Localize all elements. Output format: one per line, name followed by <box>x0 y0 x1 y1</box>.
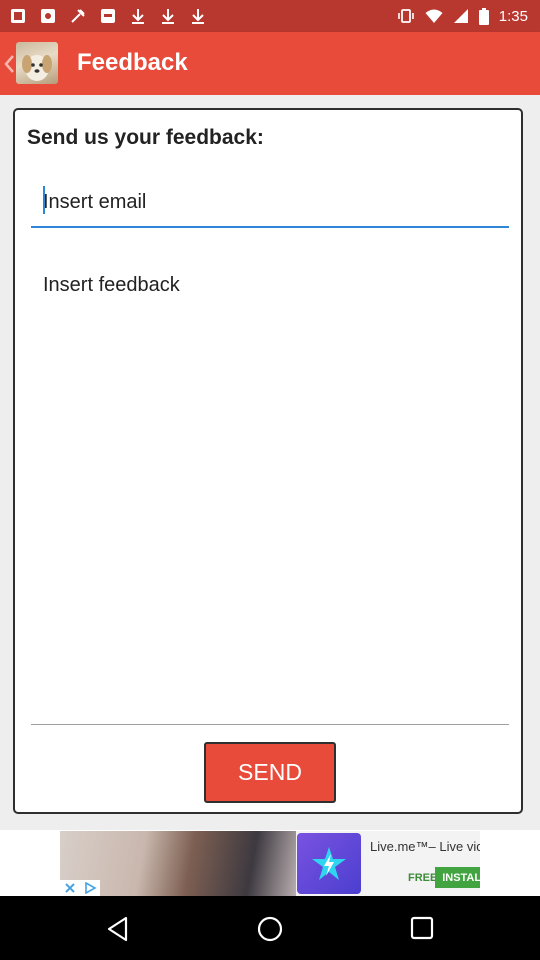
main-area: Send us your feedback: SEND <box>0 95 540 830</box>
download-icon <box>132 9 144 24</box>
ad-choices-icon[interactable] <box>83 882 97 894</box>
system-status: 1:35 <box>397 7 528 25</box>
puppy-icon <box>22 55 52 81</box>
ad-banner[interactable]: Live.me™– Live video s... FREE INSTALL <box>60 831 480 896</box>
wifi-icon <box>425 9 443 23</box>
back-triangle-icon[interactable] <box>105 916 131 942</box>
app-bar: Feedback <box>0 32 540 95</box>
home-circle-icon[interactable] <box>257 916 283 942</box>
recents-square-icon[interactable] <box>410 916 434 940</box>
ad-free-label: FREE <box>408 872 438 884</box>
chevron-left-icon[interactable] <box>4 54 14 74</box>
ad-title[interactable]: Live.me™– Live video s... <box>370 839 480 854</box>
battery-icon <box>478 7 489 25</box>
download-icon <box>162 9 174 24</box>
download-icon <box>192 9 204 24</box>
send-button[interactable]: SEND <box>204 742 336 803</box>
star-bolt-icon <box>312 846 346 880</box>
page-title: Feedback <box>77 49 188 76</box>
feedback-card: Send us your feedback: SEND <box>13 108 523 814</box>
notification-icons <box>10 8 206 24</box>
signal-icon <box>453 9 468 23</box>
ad-app-logo[interactable] <box>297 833 361 894</box>
vibrate-icon <box>397 9 414 23</box>
feedback-heading: Send us your feedback: <box>27 126 264 149</box>
ad-install-button[interactable]: INSTALL <box>435 867 480 888</box>
ad-controls <box>60 880 100 896</box>
tools-icon <box>71 9 85 23</box>
email-field[interactable] <box>31 180 509 224</box>
status-bar: 1:35 <box>0 0 540 32</box>
email-field-wrapper <box>31 180 509 228</box>
close-icon[interactable] <box>64 882 76 894</box>
text-cursor <box>43 186 45 214</box>
navigation-bar <box>0 896 540 960</box>
status-time: 1:35 <box>498 7 528 25</box>
app-notification-icon <box>11 9 25 23</box>
feedback-field[interactable] <box>31 258 509 724</box>
app-logo[interactable] <box>16 42 58 84</box>
app-notification-icon <box>101 9 115 23</box>
feedback-field-wrapper <box>31 258 509 725</box>
app-notification-icon <box>41 9 55 23</box>
